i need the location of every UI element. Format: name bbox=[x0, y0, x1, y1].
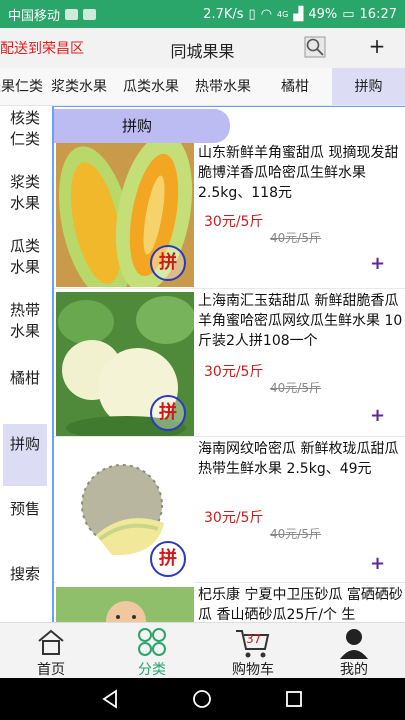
product-title: 上海南汇玉菇甜瓜 新鲜甜脆香瓜羊角蜜哈密瓜网纹瓜生鲜水果 10斤装2人拼108一… bbox=[198, 293, 403, 349]
sidebar-item-tropical[interactable]: 热带水果 bbox=[3, 300, 47, 342]
product-title: 杞乐康 宁夏中卫压砂瓜 富硒硒砂瓜 香山硒砂瓜25斤/个 生 bbox=[198, 587, 403, 622]
group-buy-badge: 拼 bbox=[150, 245, 186, 281]
add-button[interactable]: + bbox=[368, 34, 386, 58]
group-buy-badge: 拼 bbox=[150, 395, 186, 431]
group-buy-badge: 拼 bbox=[150, 541, 186, 577]
system-nav-bar bbox=[0, 678, 405, 720]
product-title: 山东新鲜羊角蜜甜瓜 现摘现发甜脆博洋香瓜哈密瓜生鲜水果 2.5kg、118元 bbox=[198, 145, 399, 201]
product-title: 海南网纹哈密瓜 新鲜枚珑瓜甜瓜热带生鲜水果 2.5kg、49元 bbox=[198, 441, 399, 477]
category-tabs: 坚果仁类 浆类水果 瓜类水果 热带水果 橘柑 拼购 bbox=[0, 68, 405, 106]
network-type: 4G bbox=[277, 9, 289, 19]
original-price: 40元/5斤 bbox=[270, 527, 321, 541]
sidebar-item-berries[interactable]: 浆类水果 bbox=[3, 172, 47, 214]
sidebar-item-group-buy[interactable]: 拼购 bbox=[3, 424, 47, 486]
network-speed: 2.7K/s bbox=[203, 6, 244, 22]
back-icon[interactable] bbox=[100, 689, 120, 709]
tab-melons[interactable]: 瓜类水果 bbox=[116, 68, 186, 105]
original-price: 40元/5斤 bbox=[270, 231, 321, 245]
tab-mine[interactable]: 我的 bbox=[319, 623, 389, 679]
tab-home[interactable]: 首页 bbox=[16, 623, 86, 679]
app-header: 同城果果 配送到荣昌区 + bbox=[0, 28, 405, 68]
tab-home-label: 首页 bbox=[37, 662, 65, 678]
signal-icon: ▟ bbox=[293, 6, 304, 22]
product-card[interactable]: 拼 上海南汇玉菇甜瓜 新鲜甜脆香瓜羊角蜜哈密瓜网纹瓜生鲜水果 10斤装2人拼10… bbox=[54, 289, 405, 437]
search-icon[interactable] bbox=[304, 36, 326, 58]
battery-icon: ▭ bbox=[342, 6, 355, 22]
sidebar-item-melons[interactable]: 瓜类水果 bbox=[3, 236, 47, 278]
sidebar-item-stone-fruit[interactable]: 核类仁类 bbox=[3, 108, 47, 150]
product-list: 拼购 拼 山东新鲜羊角蜜甜瓜 现摘现发甜脆博洋香瓜哈密瓜生鲜水果 2.5kg、1… bbox=[52, 106, 405, 622]
section-title: 拼购 bbox=[54, 109, 230, 143]
clock-time: 16:27 bbox=[359, 6, 397, 22]
add-to-cart-button[interactable]: + bbox=[370, 553, 385, 574]
image-icon bbox=[83, 8, 97, 20]
tab-nuts[interactable]: 坚果仁类 bbox=[0, 68, 46, 105]
home-nav-icon[interactable] bbox=[192, 689, 212, 709]
product-image[interactable] bbox=[56, 587, 194, 622]
category-icon bbox=[138, 628, 166, 656]
tab-mine-label: 我的 bbox=[340, 662, 368, 678]
tab-cart-label: 购物车 bbox=[232, 662, 274, 678]
home-icon bbox=[38, 629, 64, 655]
user-icon bbox=[340, 629, 368, 659]
tab-category[interactable]: 分类 bbox=[117, 623, 187, 679]
product-card[interactable]: 拼 海南网纹哈密瓜 新鲜枚珑瓜甜瓜热带生鲜水果 2.5kg、49元 30元/5斤… bbox=[54, 437, 405, 583]
recents-icon[interactable] bbox=[284, 689, 304, 709]
product-card[interactable]: 杞乐康 宁夏中卫压砂瓜 富硒硒砂瓜 香山硒砂瓜25斤/个 生 bbox=[54, 583, 405, 622]
notification-icon bbox=[65, 8, 79, 20]
sidebar-item-citrus[interactable]: 橘柑 bbox=[3, 368, 47, 389]
bottom-tab-bar: 首页 分类 37 购物车 我的 bbox=[0, 622, 405, 678]
product-price: 30元/5斤 bbox=[204, 364, 264, 380]
wifi-icon: ◠ bbox=[260, 6, 273, 22]
add-to-cart-button[interactable]: + bbox=[370, 253, 385, 274]
category-sidebar: 核类仁类 浆类水果 瓜类水果 热带水果 橘柑 拼购 预售 搜索 bbox=[0, 106, 50, 622]
status-bar: 中国移动 2.7K/s ▯ ◠ 4G ▟ 49% ▭ 16:27 bbox=[0, 0, 405, 28]
add-to-cart-button[interactable]: + bbox=[370, 405, 385, 426]
original-price: 40元/5斤 bbox=[270, 381, 321, 395]
product-price: 30元/5斤 bbox=[204, 510, 264, 526]
tab-cart[interactable]: 37 购物车 bbox=[218, 623, 288, 679]
product-price: 30元/5斤 bbox=[204, 214, 264, 230]
tab-tropical[interactable]: 热带水果 bbox=[188, 68, 258, 105]
cart-count-badge: 37 bbox=[246, 632, 262, 646]
tab-berries[interactable]: 浆类水果 bbox=[44, 68, 114, 105]
vibrate-icon: ▯ bbox=[248, 6, 256, 22]
tab-category-label: 分类 bbox=[138, 662, 166, 678]
delivery-location[interactable]: 配送到荣昌区 bbox=[0, 38, 84, 58]
product-card[interactable]: 拼 山东新鲜羊角蜜甜瓜 现摘现发甜脆博洋香瓜哈密瓜生鲜水果 2.5kg、118元… bbox=[54, 141, 405, 289]
sidebar-item-search[interactable]: 搜索 bbox=[3, 564, 47, 585]
tab-citrus[interactable]: 橘柑 bbox=[260, 68, 330, 105]
sidebar-item-presale[interactable]: 预售 bbox=[3, 499, 47, 520]
tab-group-buy[interactable]: 拼购 bbox=[332, 68, 405, 105]
battery-percent: 49% bbox=[308, 6, 338, 22]
carrier-label: 中国移动 bbox=[8, 8, 61, 24]
